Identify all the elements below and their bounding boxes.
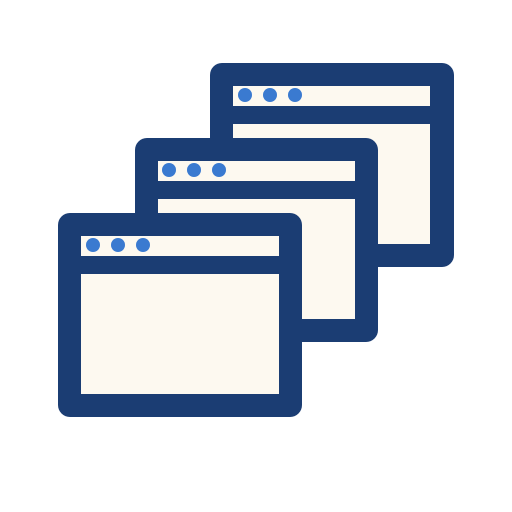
- window-title-bar: [81, 236, 279, 256]
- window-dot-icon: [212, 163, 226, 177]
- window-dot-icon: [238, 88, 252, 102]
- window-dot-icon: [187, 163, 201, 177]
- front-window: [58, 213, 302, 417]
- window-dot-icon: [263, 88, 277, 102]
- window-dot-icon: [86, 238, 100, 252]
- window-content-pane: [81, 274, 279, 394]
- window-dot-icon: [288, 88, 302, 102]
- window-dot-icon: [136, 238, 150, 252]
- multiple-windows-icon: [58, 63, 454, 417]
- icon-canvas: [0, 0, 512, 512]
- window-dot-icon: [111, 238, 125, 252]
- window-dot-icon: [162, 163, 176, 177]
- window-title-bar: [233, 86, 430, 106]
